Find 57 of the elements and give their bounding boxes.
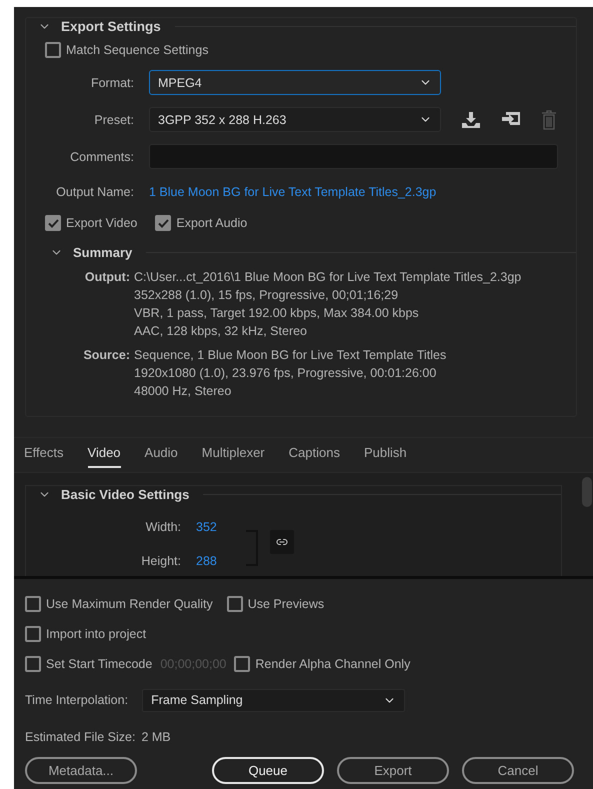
checkbox-label[interactable]: Render Alpha Channel Only: [234, 656, 410, 672]
scrollbar-thumb[interactable]: [582, 477, 592, 507]
checkbox[interactable]: [25, 656, 41, 672]
action-button[interactable]: Cancel: [462, 757, 574, 784]
summary-line: 352x288 (1.0), 15 fps, Progressive, 00;01;16;29: [134, 287, 400, 304]
checkbox[interactable]: [234, 656, 250, 672]
summary-line: AAC, 128 kbps, 32 kHz, Stereo: [134, 323, 308, 340]
preset-dropdown[interactable]: 3GPP 352 x 288 H.263: [149, 107, 441, 132]
interpolation-dropdown[interactable]: Frame Sampling: [142, 688, 406, 712]
summary-line: VBR, 1 pass, Target 192.00 kbps, Max 384.00 kbps: [134, 305, 420, 322]
checkbox[interactable]: [226, 596, 243, 612]
checkbox-label[interactable]: Match Sequence Settings: [45, 42, 208, 58]
section-title: Export Settings: [61, 18, 161, 34]
action-button[interactable]: Queue: [212, 757, 324, 784]
output-name-link[interactable]: 1 Blue Moon BG for Live Text Template Titles_2.3gp: [149, 184, 436, 198]
field-label: Output Name:: [55, 184, 135, 198]
height-value[interactable]: 288: [196, 554, 246, 568]
tab[interactable]: Audio: [144, 438, 178, 468]
format-dropdown[interactable]: MPEG4: [149, 70, 441, 95]
checkbox[interactable]: [25, 596, 41, 612]
checkbox-label[interactable]: Export Audio: [155, 215, 248, 231]
field-label: Format:: [90, 76, 135, 90]
summary-label: Output:: [84, 269, 131, 286]
action-button[interactable]: Metadata...: [25, 757, 137, 784]
action-button[interactable]: Export: [337, 757, 449, 784]
checkbox[interactable]: [155, 215, 172, 231]
checkbox-label[interactable]: Set Start Timecode: [25, 656, 152, 672]
checkbox[interactable]: [25, 626, 41, 642]
field-label: Estimated File Size:: [25, 730, 136, 744]
summary-line: Sequence, 1 Blue Moon BG for Live Text Template Titles: [134, 347, 446, 364]
summary-line: 1920x1080 (1.0), 23.976 fps, Progressive, 00:01:26:00: [134, 365, 438, 382]
comments-field[interactable]: [149, 144, 558, 169]
checkbox[interactable]: [45, 215, 61, 231]
section-title: Basic Video Settings: [61, 486, 190, 502]
section-title: Summary: [73, 244, 132, 260]
checkbox-label[interactable]: Export Video: [45, 215, 138, 231]
summary-line: C:\User...ct_2016\1 Blue Moon BG for Live Text Template Titles_2.3gp: [134, 269, 522, 286]
field-label: Preset:: [93, 112, 135, 126]
field-label: Time Interpolation:: [25, 693, 128, 707]
checkbox[interactable]: [45, 42, 61, 58]
tab[interactable]: Publish: [364, 438, 407, 468]
tab[interactable]: Effects: [24, 438, 64, 468]
checkbox-label[interactable]: Use Previews: [226, 596, 324, 612]
summary-label: Source:: [82, 347, 131, 364]
checkbox-label[interactable]: Import into project: [25, 626, 146, 642]
download-icon[interactable]: [461, 110, 481, 128]
checkbox-label[interactable]: Use Maximum Render Quality: [25, 596, 213, 612]
width-value[interactable]: 352: [196, 520, 246, 534]
field-label: Height:: [140, 554, 182, 568]
tab[interactable]: Multiplexer: [202, 438, 265, 468]
field-label: Comments:: [69, 150, 135, 164]
link-icon[interactable]: [270, 530, 294, 554]
tab[interactable]: Captions: [288, 438, 340, 468]
tab[interactable]: Video: [88, 438, 121, 468]
file-size-value: 2 MB: [141, 730, 171, 744]
field-label: Width:: [144, 520, 182, 534]
summary-line: 48000 Hz, Stereo: [134, 383, 232, 400]
